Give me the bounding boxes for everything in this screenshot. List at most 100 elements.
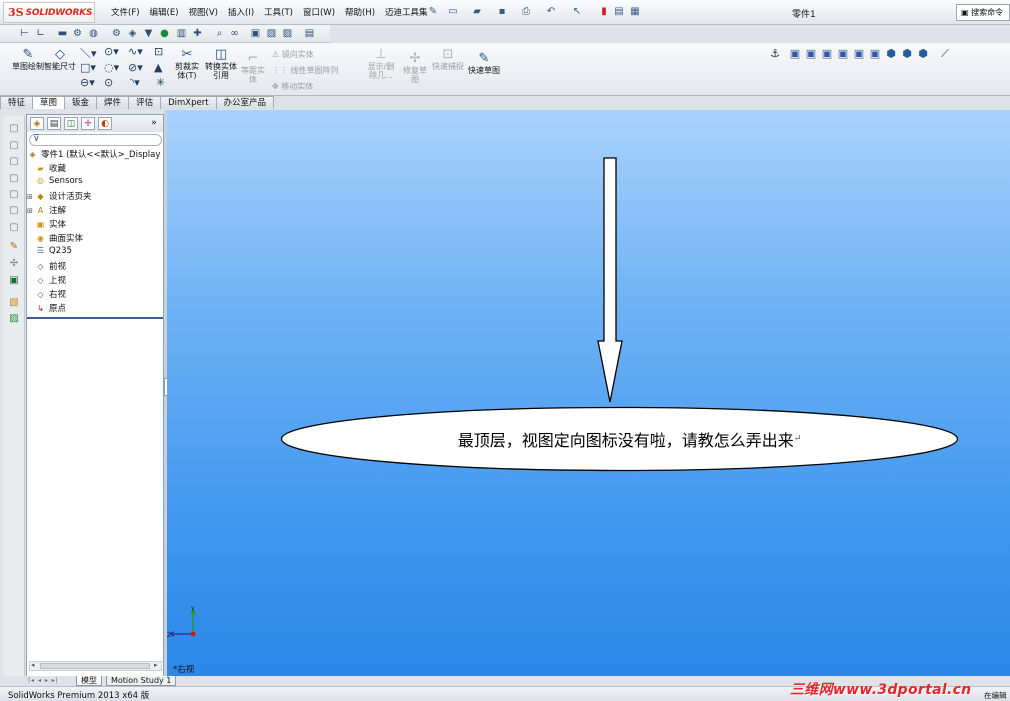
menu-window[interactable]: 窗口(W) xyxy=(298,6,340,18)
text-box-icon[interactable]: ⊡ xyxy=(154,45,163,58)
scroll-left-icon[interactable]: ◂ xyxy=(31,661,35,669)
expand-icon[interactable]: ⊞ xyxy=(27,193,35,201)
menu-insert[interactable]: 插入(I) xyxy=(223,6,259,18)
box-icon[interactable]: ▢ xyxy=(7,188,21,202)
select-icon[interactable]: ↖ xyxy=(570,5,584,19)
assembly-icon[interactable]: ⚙ xyxy=(71,27,84,40)
configuration-manager-tab-icon[interactable]: ◫ xyxy=(64,117,78,130)
cube-icon[interactable]: ◈ xyxy=(126,27,139,40)
scroll-right-icon[interactable]: ▸ xyxy=(154,661,158,669)
repair-icon[interactable]: ✢ xyxy=(7,257,21,271)
menu-maidi-tools[interactable]: 迈迪工具集 xyxy=(380,6,433,18)
view-front-icon[interactable]: ▣ xyxy=(788,47,802,61)
tree-item-front-plane[interactable]: ◇ 前视 xyxy=(27,260,163,272)
box-icon[interactable]: ▢ xyxy=(7,155,21,169)
panel-horizontal-scrollbar[interactable]: ◂ ▸ xyxy=(29,661,162,671)
rebuild-icon[interactable]: ▮ xyxy=(597,5,611,19)
trim-entities-button[interactable]: ✂ 剪裁实体(T) xyxy=(172,47,202,80)
menu-edit[interactable]: 编辑(E) xyxy=(145,6,184,18)
tree-item-annotations[interactable]: ⊞ A 注解 xyxy=(27,204,163,216)
view-top-icon[interactable]: ▣ xyxy=(852,47,866,61)
box-icon[interactable]: ▢ xyxy=(7,139,21,153)
convert-entities-button[interactable]: ◫ 转换实体引用 xyxy=(204,47,238,80)
view-iso-icon[interactable]: ⬢ xyxy=(884,47,898,61)
point-tool-icon[interactable]: ⊙ xyxy=(104,76,113,89)
arc-tool-icon[interactable]: ◌▾ xyxy=(104,61,119,74)
ellipse-tool-icon[interactable]: ⊘▾ xyxy=(128,61,143,74)
menu-view[interactable]: 视图(V) xyxy=(184,6,223,18)
tab-motion-study-1[interactable]: Motion Study 1 xyxy=(106,676,177,686)
sketch-button[interactable]: ✎ 草图绘制 xyxy=(10,47,46,71)
binoculars-icon[interactable]: ∞ xyxy=(228,27,241,40)
box-icon[interactable]: ▢ xyxy=(7,172,21,186)
menu-help[interactable]: 帮助(H) xyxy=(340,6,380,18)
view-back-icon[interactable]: ▣ xyxy=(804,47,818,61)
pin-icon[interactable]: ✎ xyxy=(426,5,440,19)
options-icon[interactable]: ▦ xyxy=(628,5,642,19)
tab-office-products[interactable]: 办公室产品 xyxy=(215,96,275,109)
zoom-icon[interactable]: ⌕ xyxy=(213,27,226,40)
pencil-icon[interactable]: ✎ xyxy=(7,240,21,254)
expand-icon[interactable]: ⊞ xyxy=(27,207,35,215)
puzzle-icon[interactable]: ✚ xyxy=(191,27,204,40)
corner-icon[interactable]: ∟ xyxy=(34,27,47,40)
tab-evaluate[interactable]: 评估 xyxy=(128,96,162,109)
save-icon[interactable]: ▪ xyxy=(495,5,509,19)
scroll-thumb[interactable] xyxy=(40,663,150,669)
circle-tool-icon[interactable]: ⊙▾ xyxy=(104,45,119,58)
flat-icon[interactable]: ▬ xyxy=(56,27,69,40)
edit-image-icon[interactable]: ▨ xyxy=(281,27,294,40)
dimxpert-tab-icon[interactable]: ✛ xyxy=(81,117,95,130)
tab-features[interactable]: 特征 xyxy=(0,96,34,109)
tab-nav-arrows-icon[interactable]: |◂ ◂ ▸ ▸| xyxy=(28,677,59,684)
tab-dimxpert[interactable]: DimXpert xyxy=(160,96,217,109)
table-icon[interactable]: ▤ xyxy=(303,27,316,40)
graphics-viewport[interactable]: 最顶层，视图定向图标没有啦，请教怎么弄出来 ↵ Y Z *右视 xyxy=(167,110,1010,686)
tree-item-design-binder[interactable]: ⊞ ◆ 设计活页夹 xyxy=(27,190,163,202)
display-manager-tab-icon[interactable]: ◐ xyxy=(98,117,112,130)
search-commands-input[interactable]: ▣ 搜索命令 xyxy=(956,4,1010,21)
tab-sketch[interactable]: 草图 xyxy=(32,96,66,109)
anchor-icon[interactable]: ⚓ xyxy=(768,47,782,61)
block-insert-icon[interactable]: ▨ xyxy=(7,312,21,326)
plane-icon[interactable]: ▲ xyxy=(154,61,162,74)
view-dimetric-icon[interactable]: ⬢ xyxy=(900,47,914,61)
tree-root[interactable]: ◈ 零件1 (默认<<默认>_Display xyxy=(27,148,163,160)
view-trimetric-icon[interactable]: ⬢ xyxy=(916,47,930,61)
solidworks-logo[interactable]: 3S SOLIDWORKS xyxy=(3,2,95,23)
tree-item-right-plane[interactable]: ◇ 右视 xyxy=(27,288,163,300)
tree-item-origin[interactable]: ↳ 原点 xyxy=(27,302,163,314)
view-right-icon[interactable]: ▣ xyxy=(836,47,850,61)
menu-file[interactable]: 文件(F) xyxy=(106,6,145,18)
pin-marker-icon[interactable]: ● xyxy=(158,27,171,40)
box-icon[interactable]: ▢ xyxy=(7,221,21,235)
open-icon[interactable]: ▰ xyxy=(470,5,484,19)
funnel-icon[interactable]: ▼ xyxy=(142,27,155,40)
block-icon[interactable]: ▧ xyxy=(7,296,21,310)
view-bottom-icon[interactable]: ▣ xyxy=(868,47,882,61)
expand-panel-icon[interactable]: » xyxy=(147,117,161,130)
globe-icon[interactable]: ◍ xyxy=(87,27,100,40)
tree-item-surface-bodies[interactable]: ◉ 曲面实体 xyxy=(27,232,163,244)
tab-weldments[interactable]: 焊件 xyxy=(96,96,130,109)
view-left-icon[interactable]: ▣ xyxy=(820,47,834,61)
image-icon[interactable]: ▣ xyxy=(249,27,262,40)
undo-icon[interactable]: ↶ xyxy=(544,5,558,19)
asterisk-icon[interactable]: ✳ xyxy=(156,76,165,89)
sketch-line-icon[interactable]: ⊢ xyxy=(18,27,31,40)
tree-item-solid-bodies[interactable]: ▣ 实体 xyxy=(27,218,163,230)
rectangle-tool-icon[interactable]: □▾ xyxy=(80,61,96,74)
feature-tree-tab-icon[interactable]: ◈ xyxy=(30,117,44,130)
rapid-sketch-button[interactable]: ✎ 快速草图 xyxy=(468,51,500,75)
tab-sheet-metal[interactable]: 钣金 xyxy=(64,96,98,109)
tree-item-material[interactable]: ☰ Q235 xyxy=(27,246,163,256)
gear-icon[interactable]: ⚙ xyxy=(110,27,123,40)
smart-dimension-button[interactable]: ◇ 智能尺寸 xyxy=(44,47,76,71)
tree-item-top-plane[interactable]: ◇ 上视 xyxy=(27,274,163,286)
print-icon[interactable]: ⎙ xyxy=(519,5,533,19)
spline-tool-icon[interactable]: ∿▾ xyxy=(128,45,143,58)
file-props-icon[interactable]: ▤ xyxy=(612,5,626,19)
rollback-bar[interactable] xyxy=(27,317,163,319)
line-tool-icon[interactable]: ＼▾ xyxy=(80,45,97,61)
slot-tool-icon[interactable]: ⊖▾ xyxy=(80,76,95,89)
